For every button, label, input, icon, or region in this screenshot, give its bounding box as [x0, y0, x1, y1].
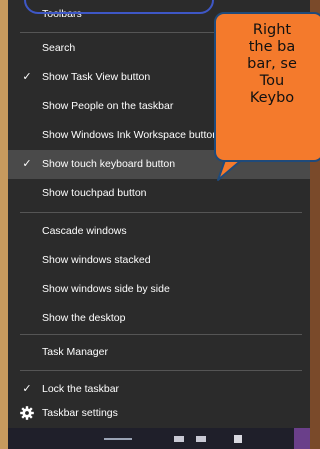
callout-line: Tou: [259, 73, 285, 89]
menu-item-label: Show the desktop: [42, 312, 126, 324]
menu-item-taskbar-settings[interactable]: Taskbar settings: [8, 399, 310, 428]
menu-divider: [20, 334, 302, 335]
menu-item-label: Task Manager: [42, 346, 108, 358]
checkmark-icon: ✓: [22, 158, 32, 170]
menu-item-label: Show People on the taskbar: [42, 100, 174, 112]
menu-item-label: Search: [42, 42, 76, 54]
callout-line: bar, se: [247, 56, 297, 72]
menu-item-label: Show touch keyboard button: [42, 158, 176, 170]
callout-line: Keybo: [249, 90, 295, 106]
menu-item-label: Show Task View button: [42, 71, 151, 83]
taskbar[interactable]: [8, 428, 310, 449]
callout-line: Right: [252, 22, 292, 38]
background-strip: [0, 0, 8, 449]
checkmark-icon: ✓: [22, 71, 32, 83]
menu-divider: [20, 212, 302, 213]
taskbar-app-icon[interactable]: [294, 428, 310, 449]
menu-item-label: Show Windows Ink Workspace button: [42, 129, 219, 141]
highlight-outline: [24, 0, 214, 14]
gear-icon: [20, 406, 34, 420]
menu-item-task-manager[interactable]: Task Manager: [8, 338, 310, 367]
taskbar-app-icon[interactable]: [234, 435, 242, 443]
taskbar-app-icon[interactable]: [196, 436, 206, 442]
callout-line: the ba: [248, 39, 296, 55]
taskbar-app-indicator[interactable]: [104, 438, 132, 440]
menu-item-label: Cascade windows: [42, 225, 127, 237]
menu-item-label: Show windows side by side: [42, 283, 170, 295]
menu-item-cascade-windows[interactable]: Cascade windows: [8, 217, 310, 246]
annotation-callout: Right the ba bar, se Tou Keybo: [214, 12, 320, 162]
menu-item-label: Show touchpad button: [42, 187, 147, 199]
menu-item-show-touchpad[interactable]: Show touchpad button: [8, 179, 310, 208]
menu-item-label: Taskbar settings: [42, 407, 118, 419]
taskbar-app-icon[interactable]: [174, 436, 184, 442]
menu-item-show-windows-stacked[interactable]: Show windows stacked: [8, 246, 310, 275]
menu-item-label: Show windows stacked: [42, 254, 151, 266]
callout-text: Right the ba bar, se Tou Keybo: [222, 22, 320, 107]
menu-divider: [20, 370, 302, 371]
menu-item-show-windows-side-by-side[interactable]: Show windows side by side: [8, 275, 310, 304]
menu-item-show-desktop[interactable]: Show the desktop: [8, 304, 310, 333]
